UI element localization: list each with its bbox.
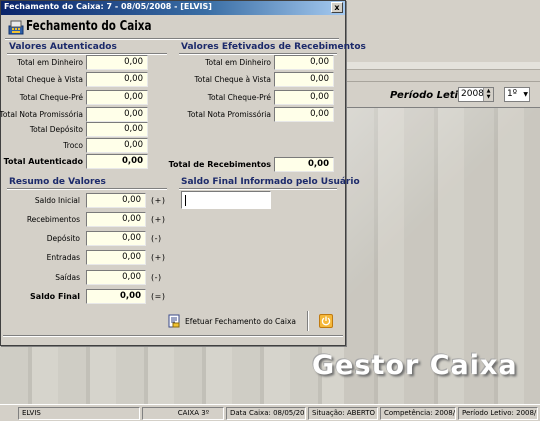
exit-button[interactable] bbox=[319, 314, 333, 328]
rv-label-deposito: Depósito bbox=[46, 234, 80, 243]
ve-label-total: Total de Recebimentos bbox=[168, 160, 271, 169]
status-periodo-letivo: Período Letivo: 2008/1 bbox=[458, 407, 538, 420]
ve-label-cheque-pre: Total Cheque-Pré bbox=[207, 93, 271, 102]
resumo-valores-title: Resumo de Valores bbox=[9, 177, 106, 187]
efetuar-fechamento-button[interactable]: Efetuar Fechamento do Caixa bbox=[167, 314, 297, 330]
dialog-titlebar[interactable]: Fechamento do Caixa: 7 - 08/05/2008 - [E… bbox=[1, 1, 345, 15]
ve-field-nota-promissoria[interactable]: 0,00 bbox=[274, 107, 334, 122]
rv-label-saldo-inicial: Saldo Inicial bbox=[34, 196, 80, 205]
status-competencia: Competência: 2008/07 bbox=[380, 407, 456, 420]
periodo-semester-value: 1º bbox=[507, 89, 517, 99]
status-bar: ELVIS CAIXA 3º Data Caixa: 08/05/2008 Si… bbox=[0, 404, 540, 421]
va-field-cheque-vista[interactable]: 0,00 bbox=[86, 72, 148, 87]
periodo-year-value: 2008 bbox=[461, 89, 484, 99]
dialog-title: Fechamento do Caixa: 7 - 08/05/2008 - [E… bbox=[4, 2, 212, 11]
rv-field-recebimentos[interactable]: 0,00 bbox=[86, 212, 146, 227]
periodo-semester-select[interactable]: 1º ▼ bbox=[504, 87, 530, 102]
document-check-icon bbox=[168, 314, 180, 328]
ve-label-nota-promissoria: Total Nota Promissória bbox=[187, 110, 271, 119]
ve-label-dinheiro: Total em Dinheiro bbox=[205, 58, 271, 67]
va-label-total: Total Autenticado bbox=[3, 157, 83, 166]
valores-efetivados-title: Valores Efetivados de Recebimentos bbox=[181, 42, 366, 52]
cash-register-icon bbox=[8, 20, 24, 35]
va-label-nota-promissoria: Total Nota Promissória bbox=[0, 110, 83, 119]
button-divider bbox=[307, 311, 309, 331]
rv-sign-deposito: (-) bbox=[151, 234, 162, 243]
rv-label-saidas: Saídas bbox=[55, 273, 80, 282]
periodo-year-spinner[interactable]: 2008 ▲ ▼ bbox=[458, 87, 494, 102]
rv-sign-saidas: (-) bbox=[151, 273, 162, 282]
dialog-header-title: Fechamento do Caixa bbox=[26, 19, 152, 34]
saldo-final-usuario-input[interactable] bbox=[181, 191, 271, 209]
ve-label-cheque-vista: Total Cheque à Vista bbox=[194, 75, 272, 84]
rv-field-saidas[interactable]: 0,00 bbox=[86, 270, 146, 285]
rv-field-deposito[interactable]: 0,00 bbox=[86, 231, 146, 246]
close-button[interactable]: x bbox=[331, 2, 343, 13]
va-field-nota-promissoria[interactable]: 0,00 bbox=[86, 107, 148, 122]
va-field-deposito[interactable]: 0,00 bbox=[86, 122, 148, 137]
va-label-dinheiro: Total em Dinheiro bbox=[17, 58, 83, 67]
status-caixa: CAIXA 3º bbox=[142, 407, 224, 420]
va-label-troco: Troco bbox=[63, 141, 83, 150]
rv-sign-entradas: (+) bbox=[151, 253, 166, 262]
header-divider bbox=[5, 38, 339, 40]
main-menu-strip bbox=[344, 62, 540, 70]
dialog-header: Fechamento do Caixa bbox=[3, 16, 343, 38]
va-label-cheque-pre: Total Cheque-Pré bbox=[19, 93, 83, 102]
ve-field-cheque-vista[interactable]: 0,00 bbox=[274, 72, 334, 87]
ve-field-dinheiro[interactable]: 0,00 bbox=[274, 55, 334, 70]
app-watermark: Gestor Caixa bbox=[312, 350, 518, 381]
section-divider bbox=[179, 188, 337, 190]
rv-sign-recebimentos: (+) bbox=[151, 215, 166, 224]
text-caret bbox=[185, 195, 186, 206]
va-field-troco[interactable]: 0,00 bbox=[86, 138, 148, 153]
efetuar-fechamento-label: Efetuar Fechamento do Caixa bbox=[185, 317, 297, 326]
va-field-cheque-pre[interactable]: 0,00 bbox=[86, 90, 148, 105]
va-label-cheque-vista: Total Cheque à Vista bbox=[6, 75, 84, 84]
power-icon bbox=[321, 316, 331, 326]
saldo-final-usuario-title: Saldo Final Informado pelo Usuário bbox=[181, 177, 360, 187]
va-label-deposito: Total Depósito bbox=[29, 125, 83, 134]
rv-field-saldo-final[interactable]: 0,00 bbox=[86, 289, 146, 304]
rv-field-entradas[interactable]: 0,00 bbox=[86, 250, 146, 265]
workspace-background-left bbox=[0, 345, 344, 404]
status-user: ELVIS bbox=[18, 407, 140, 420]
rv-sign-saldo-inicial: (+) bbox=[151, 196, 166, 205]
valores-autenticados-title: Valores Autenticados bbox=[9, 42, 117, 52]
rv-sign-saldo-final: (=) bbox=[151, 292, 166, 301]
rv-label-entradas: Entradas bbox=[46, 253, 80, 262]
va-field-total[interactable]: 0,00 bbox=[86, 154, 148, 169]
status-data-caixa: Data Caixa: 08/05/2008 bbox=[226, 407, 306, 420]
rv-field-saldo-inicial[interactable]: 0,00 bbox=[86, 193, 146, 208]
ve-field-cheque-pre[interactable]: 0,00 bbox=[274, 90, 334, 105]
va-field-dinheiro[interactable]: 0,00 bbox=[86, 55, 148, 70]
main-submenu-strip bbox=[344, 70, 540, 82]
dialog-bottom-divider bbox=[3, 335, 343, 337]
chevron-down-icon[interactable]: ▼ bbox=[523, 91, 528, 98]
section-divider bbox=[7, 188, 167, 190]
ve-field-total[interactable]: 0,00 bbox=[274, 157, 334, 172]
fechamento-dialog: Fechamento do Caixa: 7 - 08/05/2008 - [E… bbox=[0, 0, 366, 346]
rv-label-saldo-final: Saldo Final bbox=[30, 292, 80, 301]
rv-label-recebimentos: Recebimentos bbox=[26, 215, 80, 224]
spinner-arrows-icon[interactable]: ▲ ▼ bbox=[483, 88, 493, 101]
status-situacao: Situação: ABERTO bbox=[308, 407, 378, 420]
